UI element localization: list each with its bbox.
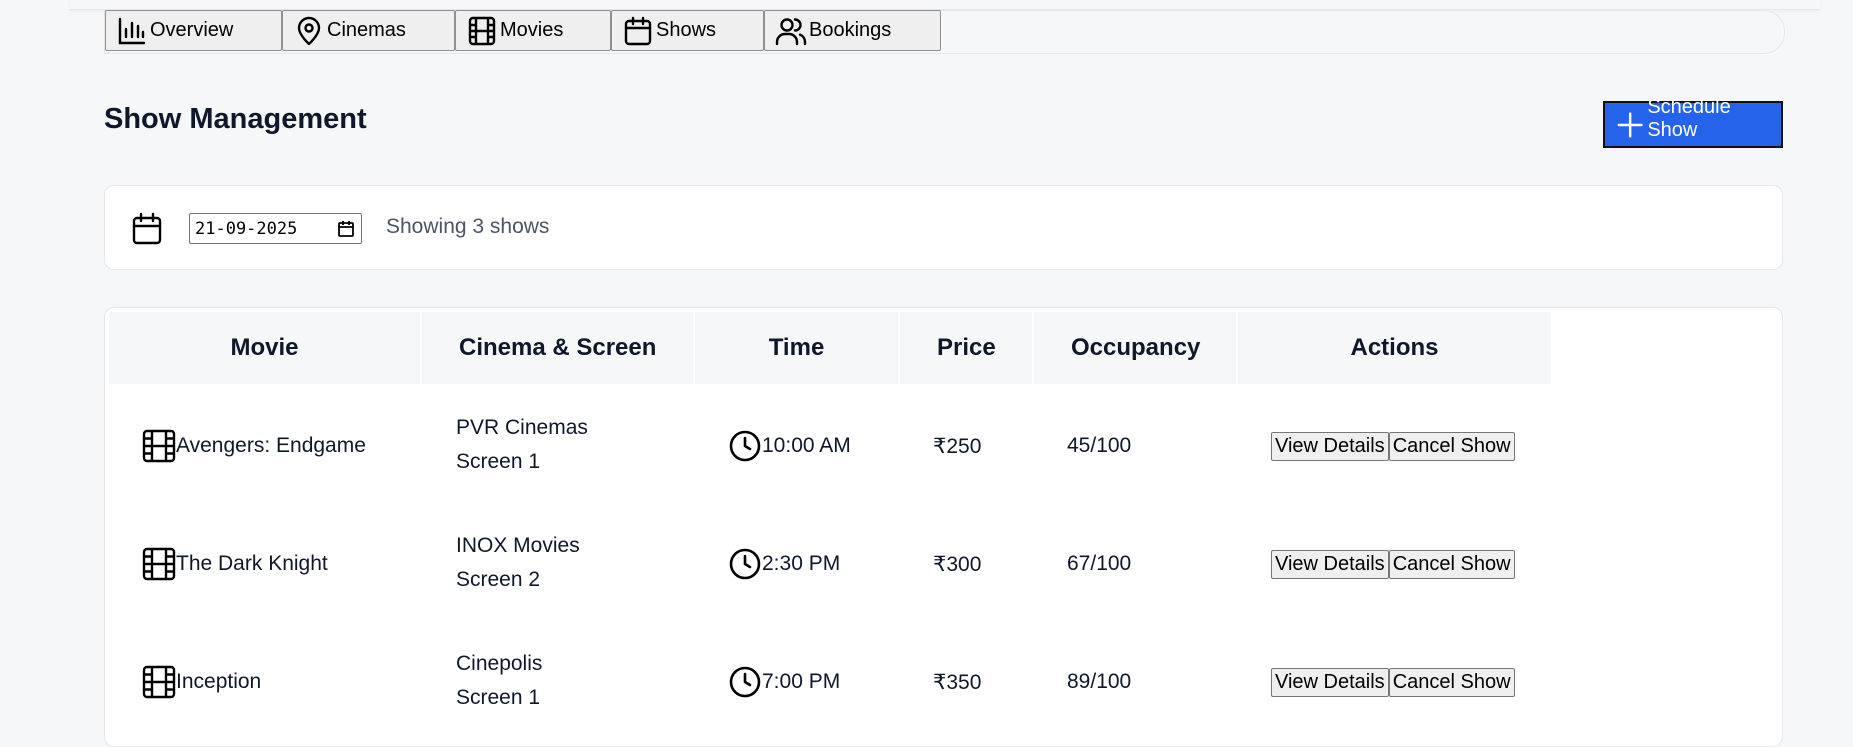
table-row-cinema: Cinepolis Screen 1 bbox=[456, 647, 542, 715]
screen-name: Screen 1 bbox=[456, 686, 541, 709]
header-actions: Actions bbox=[1238, 312, 1551, 384]
plus-icon bbox=[1617, 112, 1643, 138]
header-time: Time bbox=[695, 312, 898, 384]
cancel-show-button[interactable]: Cancel Show bbox=[1388, 550, 1515, 579]
tab-movies[interactable]: Movies bbox=[455, 10, 611, 51]
page-title: Show Management bbox=[104, 103, 367, 135]
cinema-name: PVR Cinemas bbox=[456, 416, 588, 439]
table-row-movie: The Dark Knight bbox=[142, 546, 328, 582]
clock-icon bbox=[729, 666, 761, 698]
top-bar-edge bbox=[70, 0, 1820, 10]
cinema-name: INOX Movies bbox=[456, 534, 580, 557]
table-row-occupancy: 67/100 bbox=[1067, 552, 1132, 575]
header-price: Price bbox=[900, 312, 1032, 384]
schedule-show-button[interactable]: Schedule Show bbox=[1603, 96, 1783, 148]
show-count: Showing 3 shows bbox=[386, 215, 550, 238]
screen-name: Screen 1 bbox=[456, 450, 541, 473]
tab-shows[interactable]: Shows bbox=[611, 10, 764, 51]
tab-label: Movies bbox=[500, 19, 564, 41]
table-row-occupancy: 45/100 bbox=[1067, 434, 1132, 457]
calendar-icon bbox=[624, 16, 652, 45]
table-row-price: ₹300 bbox=[933, 552, 982, 576]
film-icon bbox=[142, 547, 176, 581]
table-row-actions: View Details Cancel Show bbox=[1271, 432, 1515, 461]
table-row-actions: View Details Cancel Show bbox=[1271, 668, 1515, 697]
table-row-cinema: PVR Cinemas Screen 1 bbox=[456, 411, 588, 479]
table-row-time: 2:30 PM bbox=[728, 546, 840, 582]
show-time: 10:00 AM bbox=[762, 434, 851, 457]
date-input[interactable]: 21-09-2025 bbox=[189, 213, 362, 244]
calendar-picker-icon[interactable] bbox=[337, 220, 355, 238]
film-icon bbox=[468, 16, 496, 45]
table-row-time: 10:00 AM bbox=[728, 428, 851, 464]
map-pin-icon bbox=[297, 16, 321, 45]
table-row-actions: View Details Cancel Show bbox=[1271, 550, 1515, 579]
view-details-button[interactable]: View Details bbox=[1271, 432, 1389, 461]
table-row-price: ₹250 bbox=[933, 434, 982, 458]
tab-label: Cinemas bbox=[327, 19, 406, 41]
movie-title: The Dark Knight bbox=[176, 552, 328, 575]
schedule-show-label: Schedule Show bbox=[1647, 96, 1731, 141]
view-details-button[interactable]: View Details bbox=[1271, 550, 1389, 579]
film-icon bbox=[142, 429, 176, 463]
tab-cinemas[interactable]: Cinemas bbox=[282, 10, 455, 51]
cinema-name: Cinepolis bbox=[456, 652, 543, 675]
calendar-icon bbox=[132, 212, 162, 245]
cancel-show-button[interactable]: Cancel Show bbox=[1388, 432, 1515, 461]
header-occupancy: Occupancy bbox=[1034, 312, 1236, 384]
table-row-movie: Inception bbox=[142, 664, 261, 700]
table-row-movie: Avengers: Endgame bbox=[142, 428, 366, 464]
chart-bar-icon bbox=[118, 17, 146, 44]
shows-table: Movie Cinema & Screen Time Price Occupan… bbox=[104, 307, 1783, 747]
clock-icon bbox=[729, 548, 761, 580]
table-row-cinema: INOX Movies Screen 2 bbox=[456, 529, 580, 597]
film-icon bbox=[142, 665, 176, 699]
cancel-show-button[interactable]: Cancel Show bbox=[1388, 668, 1515, 697]
screen-name: Screen 2 bbox=[456, 568, 541, 591]
movie-title: Avengers: Endgame bbox=[176, 434, 366, 457]
clock-icon bbox=[729, 430, 761, 462]
tab-label: Bookings bbox=[809, 19, 892, 41]
tab-label: Overview bbox=[150, 19, 234, 41]
header-cinema-screen: Cinema & Screen bbox=[422, 312, 693, 384]
tab-overview[interactable]: Overview bbox=[105, 10, 282, 51]
users-icon bbox=[775, 17, 807, 45]
table-row-price: ₹350 bbox=[933, 670, 982, 694]
table-row-time: 7:00 PM bbox=[728, 664, 840, 700]
show-time: 2:30 PM bbox=[762, 552, 841, 575]
tab-bookings[interactable]: Bookings bbox=[764, 10, 941, 51]
movie-title: Inception bbox=[176, 670, 262, 693]
date-filter-card: 21-09-2025 Showing 3 shows bbox=[104, 185, 1783, 270]
show-time: 7:00 PM bbox=[762, 670, 841, 693]
table-row-occupancy: 89/100 bbox=[1067, 670, 1132, 693]
tab-bar: Overview Cinemas Movies Shows Bookings bbox=[104, 10, 1785, 54]
header-movie: Movie bbox=[109, 312, 420, 384]
view-details-button[interactable]: View Details bbox=[1271, 668, 1389, 697]
date-value: 21-09-2025 bbox=[195, 218, 298, 239]
tab-label: Shows bbox=[656, 19, 717, 41]
